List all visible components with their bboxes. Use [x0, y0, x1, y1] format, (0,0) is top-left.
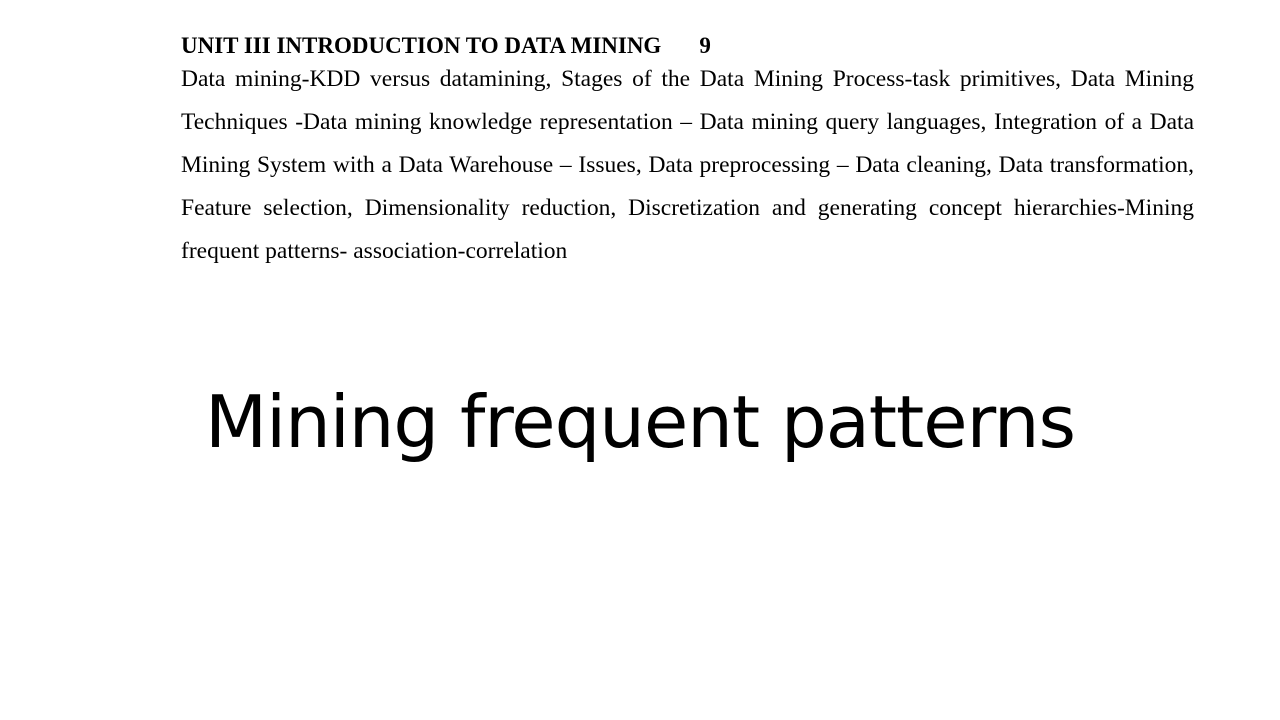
syllabus-block: UNIT III INTRODUCTION TO DATA MINING 9 Da… — [181, 30, 1194, 273]
syllabus-content: Data mining-KDD versus datamining, Stage… — [181, 66, 1194, 264]
slide-title: Mining frequent patterns — [204, 380, 1076, 464]
slide: UNIT III INTRODUCTION TO DATA MINING 9 Da… — [0, 0, 1280, 720]
unit-title: UNIT III INTRODUCTION TO DATA MINING — [181, 33, 662, 58]
